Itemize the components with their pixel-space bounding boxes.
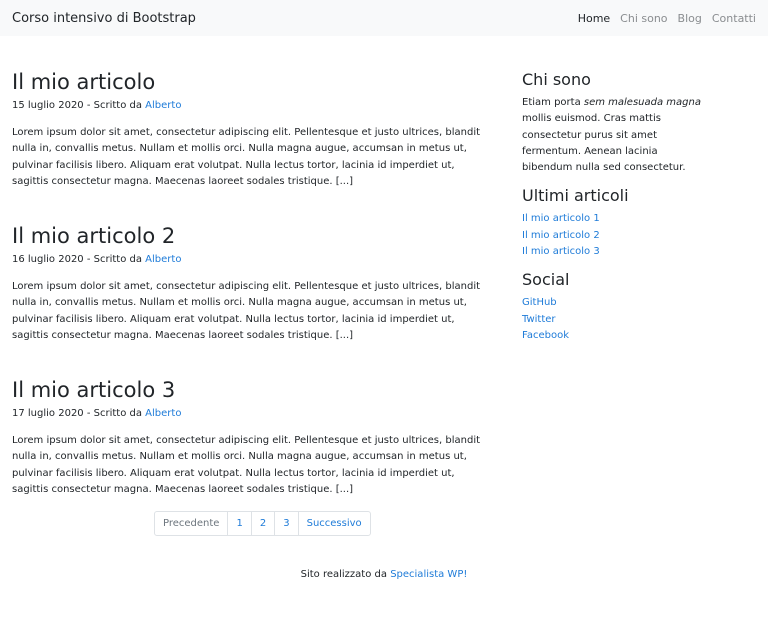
pagination: Precedente 1 2 3 Successivo (154, 511, 371, 536)
post-meta: 15 luglio 2020 - Scritto da Alberto (12, 99, 492, 113)
about-text-emphasis: sem malesuada magna (583, 97, 701, 108)
list-item: GitHub (522, 295, 702, 311)
about-text-start: Etiam porta (522, 97, 584, 108)
recent-posts-section: Ultimi articoli Il mio articolo 1 Il mio… (522, 186, 702, 260)
post-date: 17 luglio 2020 (12, 408, 84, 419)
post-date: 15 luglio 2020 (12, 100, 84, 111)
list-item: Facebook (522, 328, 702, 344)
recent-post-link-2[interactable]: Il mio articolo 2 (522, 230, 600, 241)
post-title: Il mio articolo 2 (12, 224, 176, 248)
recent-posts-title: Ultimi articoli (522, 186, 629, 206)
social-section: Social GitHub Twitter Facebook (522, 270, 702, 344)
list-item: Il mio articolo 2 (522, 228, 702, 244)
post-author-link[interactable]: Alberto (145, 254, 181, 265)
social-link-facebook[interactable]: Facebook (522, 330, 569, 341)
sidebar: Chi sono Etiam porta sem malesuada magna… (522, 70, 702, 354)
pagination-page-1[interactable]: 1 (227, 512, 250, 535)
footer: Sito realizzato da Specialista WP! (0, 569, 768, 580)
post-2: Il mio articolo 2 16 luglio 2020 - Scrit… (12, 222, 492, 376)
list-item: Il mio articolo 1 (522, 211, 702, 227)
post-meta: 17 luglio 2020 - Scritto da Alberto (12, 407, 492, 421)
nav-links: Home Chi sono Blog Contatti (578, 12, 756, 25)
about-text-end: mollis euismod. Cras mattis consectetur … (522, 113, 686, 174)
post-author-link[interactable]: Alberto (145, 100, 181, 111)
recent-post-link-1[interactable]: Il mio articolo 1 (522, 213, 600, 224)
nav-link-blog[interactable]: Blog (678, 12, 702, 25)
footer-text: Sito realizzato da (300, 569, 391, 580)
nav-link-home[interactable]: Home (578, 12, 610, 25)
post-title: Il mio articolo (12, 70, 156, 94)
post-date: 16 luglio 2020 (12, 254, 84, 265)
post-author-link[interactable]: Alberto (145, 408, 181, 419)
social-link-twitter[interactable]: Twitter (522, 314, 556, 325)
about-text: Etiam porta sem malesuada magna mollis e… (522, 95, 702, 176)
navbar: Corso intensivo di Bootstrap Home Chi so… (0, 0, 768, 36)
footer-link[interactable]: Specialista WP! (390, 569, 467, 580)
post-title: Il mio articolo 3 (12, 378, 176, 402)
nav-link-contatti[interactable]: Contatti (712, 12, 756, 25)
list-item: Il mio articolo 3 (522, 244, 702, 260)
social-list: GitHub Twitter Facebook (522, 295, 702, 344)
main-content: Il mio articolo 15 luglio 2020 - Scritto… (12, 68, 492, 530)
post-byline: - Scritto da (83, 408, 146, 419)
pagination-next[interactable]: Successivo (297, 512, 370, 535)
post-excerpt: Lorem ipsum dolor sit amet, consectetur … (12, 127, 481, 187)
recent-posts-list: Il mio articolo 1 Il mio articolo 2 Il m… (522, 211, 702, 260)
social-title: Social (522, 270, 570, 290)
pagination-previous[interactable]: Precedente (155, 512, 227, 535)
pagination-page-2[interactable]: 2 (250, 512, 274, 535)
post-byline: - Scritto da (83, 254, 146, 265)
social-link-github[interactable]: GitHub (522, 297, 557, 308)
post-3: Il mio articolo 3 17 luglio 2020 - Scrit… (12, 376, 492, 530)
navbar-brand[interactable]: Corso intensivo di Bootstrap (12, 11, 196, 26)
about-section: Chi sono Etiam porta sem malesuada magna… (522, 70, 702, 176)
post-meta: 16 luglio 2020 - Scritto da Alberto (12, 253, 492, 267)
pagination-page-3[interactable]: 3 (274, 512, 297, 535)
post-1: Il mio articolo 15 luglio 2020 - Scritto… (12, 68, 492, 222)
recent-post-link-3[interactable]: Il mio articolo 3 (522, 246, 600, 257)
post-excerpt: Lorem ipsum dolor sit amet, consectetur … (12, 281, 481, 341)
list-item: Twitter (522, 312, 702, 328)
nav-link-chi-sono[interactable]: Chi sono (620, 12, 667, 25)
post-excerpt: Lorem ipsum dolor sit amet, consectetur … (12, 435, 481, 495)
about-title: Chi sono (522, 70, 591, 89)
post-byline: - Scritto da (83, 100, 146, 111)
